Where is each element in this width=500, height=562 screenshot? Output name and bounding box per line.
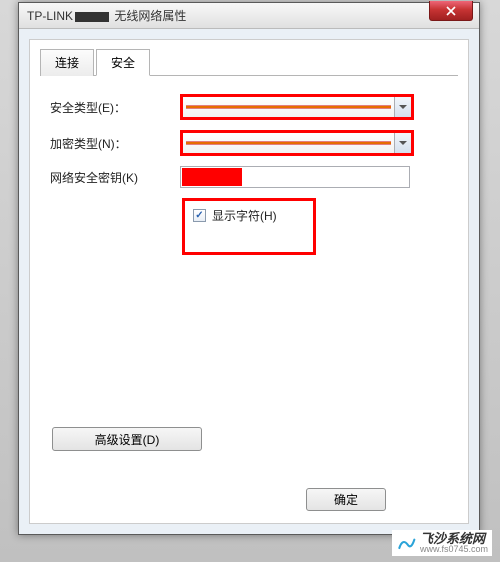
content-area: 连接 安全 安全类型(E)： 加密类型(N)： 网络安全密钥(K) (29, 39, 469, 524)
properties-window: TP-LINK 无线网络属性 连接 安全 安全类型(E)： 加密类型(N)： (18, 2, 480, 535)
window-title: TP-LINK 无线网络属性 (27, 7, 186, 24)
encryption-type-dropdown[interactable] (180, 130, 414, 156)
row-network-key: 网络安全密钥(K) (40, 166, 458, 188)
label-encryption-type: 加密类型(N)： (50, 135, 180, 152)
advanced-settings-button[interactable]: 高级设置(D) (52, 427, 202, 451)
tab-strip: 连接 安全 (40, 48, 458, 76)
label-network-key: 网络安全密钥(K) (50, 169, 180, 186)
tab-connect[interactable]: 连接 (40, 49, 94, 76)
label-show-characters: 显示字符(H) (212, 207, 277, 224)
watermark-url: www.fs0745.com (420, 545, 488, 554)
tab-security[interactable]: 安全 (96, 49, 150, 76)
redacted-block (182, 168, 242, 186)
watermark: 飞沙系统网 www.fs0745.com (392, 530, 492, 556)
dropdown-arrow-icon (394, 133, 411, 153)
close-icon (446, 6, 456, 16)
network-key-field[interactable] (180, 166, 410, 188)
dropdown-arrow-icon (394, 97, 411, 117)
redacted-line (186, 142, 391, 145)
row-security-type: 安全类型(E)： (40, 94, 458, 120)
watermark-logo-icon (396, 533, 416, 553)
titlebar: TP-LINK 无线网络属性 (19, 3, 479, 29)
security-type-dropdown[interactable] (180, 94, 414, 120)
redacted-line (186, 106, 391, 109)
row-encryption-type: 加密类型(N)： (40, 130, 458, 156)
close-button[interactable] (429, 1, 473, 21)
show-characters-checkbox[interactable] (193, 209, 206, 222)
ok-button[interactable]: 确定 (306, 488, 386, 511)
highlight-box: 显示字符(H) (182, 198, 316, 255)
window-frame: 连接 安全 安全类型(E)： 加密类型(N)： 网络安全密钥(K) (19, 29, 479, 534)
row-show-characters: 显示字符(H) (40, 198, 458, 255)
label-security-type: 安全类型(E)： (50, 99, 180, 116)
